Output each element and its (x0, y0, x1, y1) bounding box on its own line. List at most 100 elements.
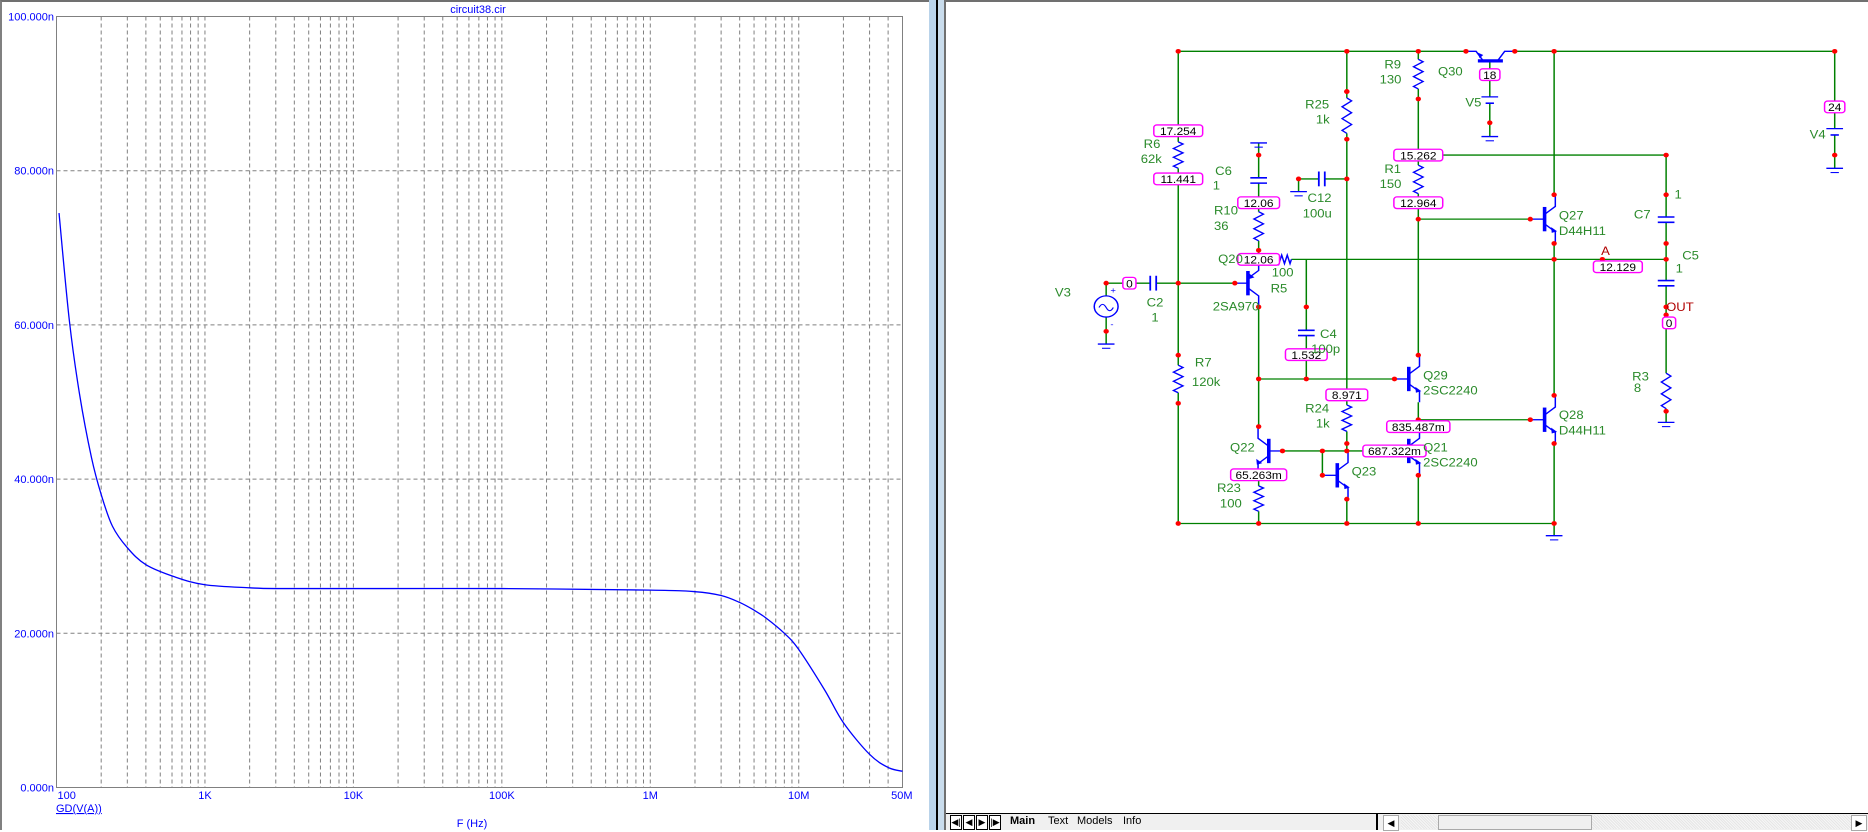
node-dot (1551, 256, 1557, 262)
node-dot (1551, 521, 1557, 526)
node-voltage-box: 18 (1478, 68, 1501, 82)
horizontal-scrollbar[interactable] (1401, 815, 1851, 830)
pane-splitter[interactable] (929, 0, 946, 830)
component-label: 1k (1316, 417, 1331, 430)
plot-title: circuit38.cir (450, 4, 506, 16)
node-dot (1415, 96, 1421, 102)
resistor-r10 (1252, 211, 1265, 242)
component-label: C5 (1682, 249, 1699, 262)
next-icon[interactable]: ▶ (976, 815, 988, 830)
node-voltage-box: 0 (1122, 276, 1137, 290)
node-voltage-box: 12.06 (1237, 196, 1281, 210)
node-voltage-box: 17.254 (1153, 124, 1204, 138)
schematic-canvas[interactable]: 17.25411.44112.0612.0601.5328.97115.2621… (946, 2, 1868, 813)
component-label: R9 (1384, 58, 1401, 71)
node-voltage-value: 15.262 (1400, 151, 1436, 162)
plot-window: circuit38.cir 0.000n 20.000n 40.000n 60.000… (0, 0, 929, 830)
first-icon[interactable]: ◀| (950, 815, 962, 830)
node-voltage-value: 12.06 (1244, 199, 1274, 210)
node-dot (1415, 521, 1421, 526)
node-voltage-box: 12.129 (1592, 260, 1644, 274)
component-label: 1 (1213, 179, 1220, 192)
y-tick-label: 20.000n (14, 628, 54, 640)
node-dot (1551, 393, 1557, 398)
node-dot (1103, 280, 1109, 286)
group-delay-chart: circuit38.cir 0.000n 20.000n 40.000n 60.000… (8, 4, 912, 830)
component-label: D44H11 (1559, 225, 1606, 238)
resistor-r9 (1412, 58, 1425, 90)
tab-main[interactable]: Main (1008, 814, 1037, 829)
node-dot (1255, 376, 1262, 382)
component-label: 100u (1303, 207, 1332, 220)
node-voltage-box: 11.441 (1153, 172, 1204, 186)
component-label: R23 (1217, 482, 1241, 495)
component-label: 1 (1676, 262, 1683, 275)
component-label: C2 (1147, 296, 1164, 309)
node-dot (1255, 424, 1262, 429)
node-voltage-value: 65.263m (1236, 471, 1282, 482)
tab-info[interactable]: Info (1121, 814, 1143, 829)
last-icon[interactable]: |▶ (989, 815, 1001, 830)
resistor-r3 (1660, 372, 1673, 410)
scroll-left-icon[interactable]: ◀ (1383, 815, 1399, 831)
component-label: 100p (1311, 343, 1340, 356)
component-label: R5 (1271, 282, 1288, 295)
resistor-r7 (1171, 364, 1185, 394)
component-label: 130 (1380, 73, 1402, 86)
component-label: 1 (1151, 311, 1158, 324)
node-dot (1175, 280, 1181, 286)
component-label: C12 (1308, 192, 1332, 205)
scrollbar-thumb[interactable] (1438, 815, 1592, 830)
node-dot (1344, 441, 1350, 446)
node-voltage-value: 12.964 (1400, 199, 1436, 210)
node-dot (1175, 48, 1181, 54)
sheet-tab-bar: ◀| ◀ ▶ |▶ Main Text Models Info ◀ ▶ (946, 813, 1868, 831)
node-dot (1527, 216, 1533, 222)
node-dot (1415, 216, 1421, 222)
node-dot (1415, 472, 1421, 478)
component-label: R6 (1144, 138, 1161, 151)
node-voltage-value: 0 (1126, 279, 1133, 290)
scroll-right-icon[interactable]: ▶ (1851, 815, 1867, 831)
node-voltage-value: 11.441 (1160, 175, 1195, 186)
resistor-r1 (1412, 164, 1425, 195)
sine-icon (1098, 303, 1114, 312)
node-dot (1487, 120, 1493, 126)
component-label: Q27 (1559, 209, 1584, 222)
node-dot (1279, 448, 1286, 454)
node-dot (1303, 376, 1309, 382)
node-dot (1663, 408, 1669, 414)
probe-label: A (1601, 245, 1611, 258)
node-dot (1415, 352, 1421, 358)
node-dot (1344, 521, 1350, 526)
node-dot (1551, 192, 1557, 198)
node-voltage-box: 0 (1661, 316, 1677, 330)
node-dot (1295, 176, 1302, 182)
tab-text[interactable]: Text (1046, 814, 1070, 829)
component-label: R10 (1214, 204, 1238, 217)
transistor-q28-arrow (1551, 427, 1558, 434)
component-label: V3 (1055, 286, 1071, 299)
component-label: Q30 (1438, 65, 1463, 78)
node-dot (1663, 256, 1669, 262)
node-voltage-value: 0 (1666, 319, 1673, 330)
tab-models[interactable]: Models (1075, 814, 1114, 829)
node-dot (1344, 448, 1350, 454)
source-polarity-sign: - (1110, 320, 1113, 329)
schematic-window: 17.254 11.441 12.06 12.06 0 1.532 8.971 15.262 1… (946, 0, 1868, 813)
node-dot (1663, 241, 1669, 246)
component-label: 150 (1380, 178, 1402, 191)
transistor-q23-arrow (1343, 483, 1350, 490)
node-voltage-value: 12.06 (1244, 255, 1274, 266)
node-dot (1391, 376, 1398, 382)
component-label: 2SC2240 (1423, 384, 1478, 397)
component-label: 36 (1214, 220, 1229, 233)
prev-icon[interactable]: ◀ (963, 815, 975, 830)
x-tick-label: 10M (788, 790, 809, 802)
y-tick-label: 40.000n (14, 474, 54, 486)
component-label: V4 (1810, 128, 1826, 141)
component-label: C4 (1320, 328, 1337, 341)
transistor-q27-arrow (1551, 227, 1558, 233)
trace-legend-label[interactable]: GD(V(A)) (56, 803, 102, 815)
node-dot (1551, 441, 1557, 446)
